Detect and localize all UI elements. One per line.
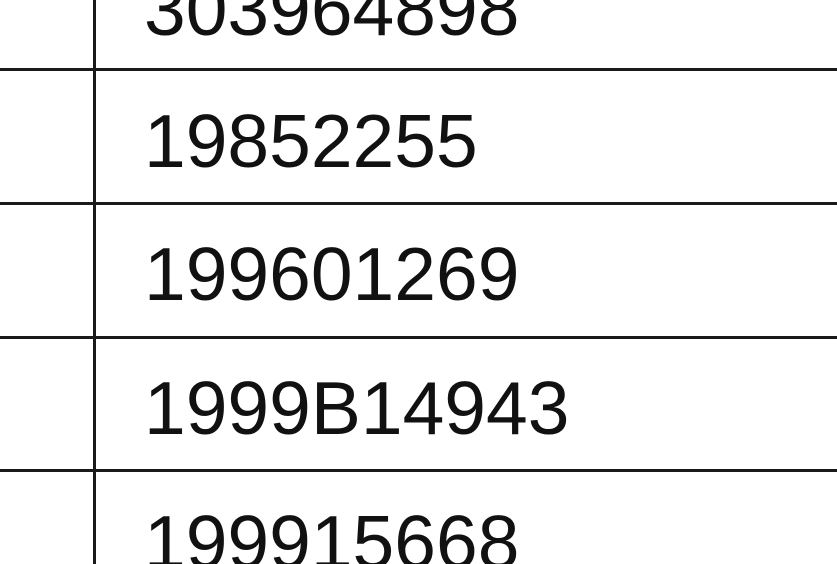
table-cell-value: 19852255	[144, 99, 478, 183]
row-divider	[0, 469, 837, 472]
row-divider	[0, 68, 837, 71]
table-fragment: 303964898 19852255 199601269 1999B14943 …	[0, 0, 837, 564]
row-divider	[0, 336, 837, 339]
row-divider	[0, 202, 837, 205]
table-cell-value: 303964898	[144, 0, 520, 51]
table-cell-value: 199915668	[144, 500, 520, 564]
table-cell-value: 199601269	[144, 232, 520, 316]
column-divider	[93, 0, 96, 564]
table-cell-value: 1999B14943	[144, 366, 570, 450]
